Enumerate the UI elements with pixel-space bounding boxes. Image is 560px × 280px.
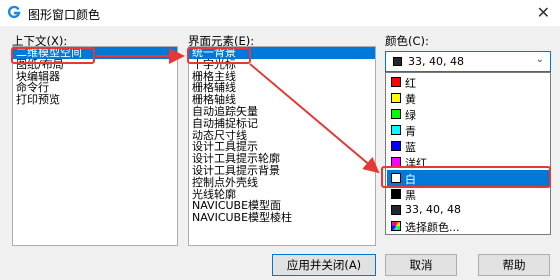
app-logo-icon <box>7 6 21 19</box>
element-list-item[interactable]: 自动捕捉标记 <box>189 117 375 130</box>
color-option[interactable]: 蓝 <box>387 138 549 154</box>
color-option-swatch <box>391 141 401 151</box>
color-option[interactable]: 绿 <box>387 106 549 122</box>
color-option-swatch <box>391 125 401 135</box>
color-option[interactable]: 选择颜色... <box>387 218 549 234</box>
context-list[interactable]: 二维模型空间 图纸/布局 块编辑器 命令行 打印预览 <box>12 46 178 246</box>
color-option[interactable]: 青 <box>387 122 549 138</box>
elements-list[interactable]: 统一背景 十字光标 栅格主线 栅格辅线 栅格轴线 自动追踪矢量 自动捕捉标记 动态尺寸线 设计工… <box>188 46 376 246</box>
context-list-item[interactable]: 打印预览 <box>13 94 177 106</box>
color-option-swatch <box>391 205 401 215</box>
color-option-swatch <box>391 189 401 199</box>
color-option-label: 白 <box>405 173 416 186</box>
color-current-value: 33, 40, 48 <box>408 55 464 68</box>
element-list-item[interactable]: 设计工具提示背景 <box>189 165 375 177</box>
chevron-down-icon[interactable]: ⌄ <box>536 54 544 65</box>
color-option-label: 绿 <box>405 109 416 122</box>
color-option-swatch <box>391 93 401 103</box>
color-option-swatch <box>391 173 401 183</box>
color-label: 颜色(C): <box>385 34 429 48</box>
color-option-label: 红 <box>405 77 416 90</box>
element-list-item[interactable]: 十字光标 <box>189 58 375 71</box>
color-option-swatch <box>391 109 401 119</box>
color-option-label: 黑 <box>405 189 416 202</box>
color-option-label: 蓝 <box>405 141 416 154</box>
color-option[interactable]: 白 <box>387 170 549 186</box>
element-list-item[interactable]: 控制点外壳线 <box>189 176 375 189</box>
context-list-item[interactable]: 图纸/布局 <box>13 58 177 71</box>
color-option[interactable]: 33, 40, 48 <box>387 202 549 218</box>
color-option[interactable]: 红 <box>387 74 549 90</box>
window-title: 图形窗口颜色 <box>28 8 101 22</box>
color-option[interactable]: 洋红 <box>387 154 549 170</box>
color-dropdown-list[interactable]: 红黄绿青蓝洋红白黑 33, 40, 48 选择颜色... <box>385 72 551 235</box>
cancel-button[interactable]: 取消 <box>385 254 457 276</box>
element-list-item[interactable]: 自动追踪矢量 <box>189 106 375 118</box>
color-option[interactable]: 黄 <box>387 90 549 106</box>
color-option-label: 选择颜色... <box>405 221 460 234</box>
color-option-swatch <box>391 77 401 87</box>
title-bar: 图形窗口颜色 ✕ <box>0 0 560 26</box>
help-button[interactable]: 帮助 <box>478 254 550 276</box>
apply-close-button[interactable]: 应用并关闭(A) <box>272 254 376 276</box>
close-icon[interactable]: ✕ <box>537 3 550 22</box>
color-option-swatch <box>391 221 401 231</box>
color-combobox[interactable]: 33, 40, 48 ⌄ <box>385 51 551 72</box>
color-option-swatch <box>391 157 401 167</box>
element-list-item[interactable]: NAVICUBE模型棱柱 <box>189 212 375 224</box>
color-option-label: 33, 40, 48 <box>405 203 461 216</box>
color-option-label: 黄 <box>405 93 416 106</box>
color-swatch <box>393 57 402 66</box>
color-option[interactable]: 黑 <box>387 186 549 202</box>
color-option-label: 青 <box>405 125 416 138</box>
color-option-label: 洋红 <box>405 157 427 170</box>
